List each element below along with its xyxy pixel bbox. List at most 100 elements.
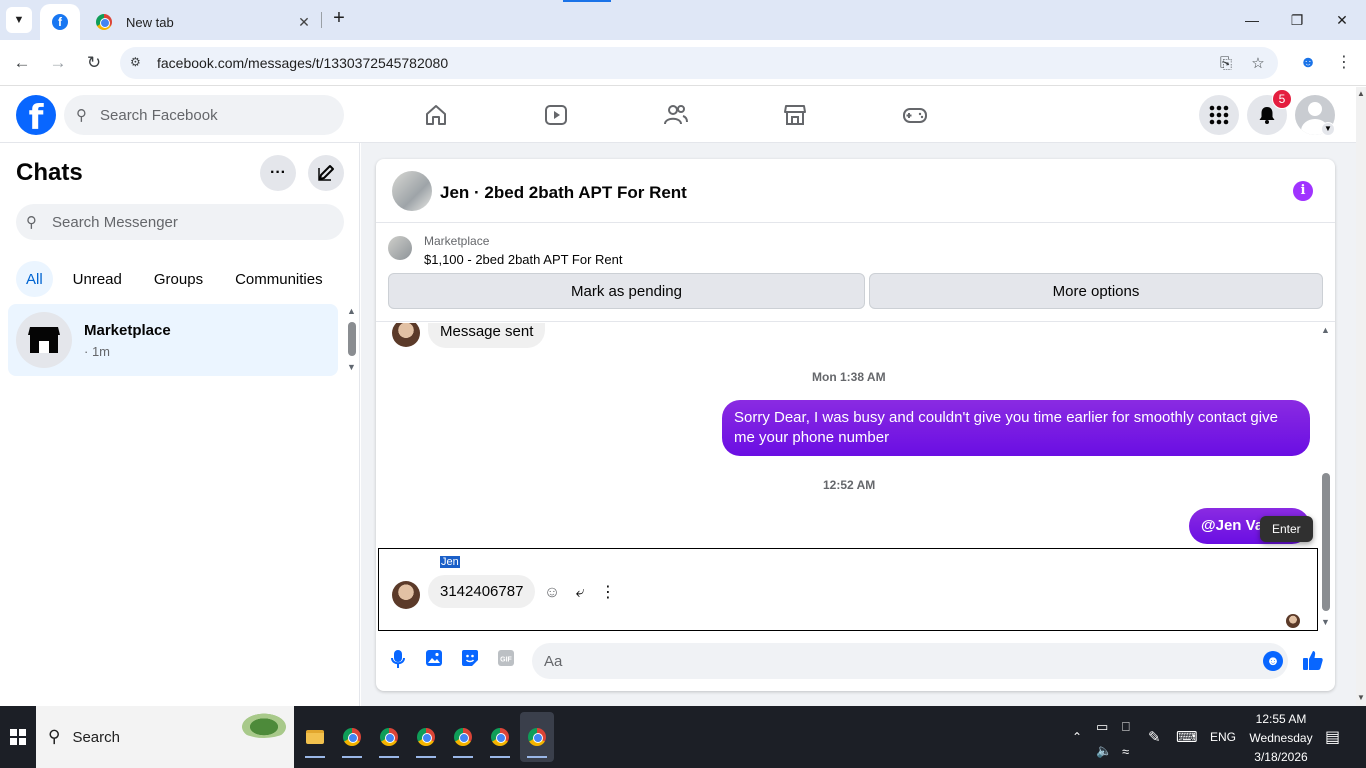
seen-avatar — [1286, 614, 1300, 628]
chat-list-scrollbar[interactable]: ▲ ▼ — [346, 306, 358, 376]
scroll-down-arrow[interactable]: ▼ — [1321, 617, 1330, 627]
tab-separator — [321, 12, 322, 28]
incoming-message-bubble[interactable]: Message sent — [428, 323, 546, 348]
tab-new-tab[interactable]: New tab ✕ — [86, 4, 320, 40]
scrollbar-thumb[interactable] — [1322, 473, 1330, 611]
photo-icon[interactable] — [422, 649, 446, 673]
taskbar-search-label: Search — [72, 728, 120, 746]
search-highlight-image — [236, 710, 292, 738]
filter-unread[interactable]: Unread — [61, 261, 134, 297]
taskbar-search[interactable]: ⚲ Search — [36, 706, 294, 768]
chats-options-button[interactable]: ··· — [260, 155, 296, 191]
reply-icon[interactable]: ⤶ — [570, 583, 590, 603]
scroll-down-arrow[interactable]: ▼ — [1357, 693, 1365, 702]
restore-button[interactable]: ❐ — [1285, 8, 1309, 32]
chevron-down-icon[interactable]: ▼ — [1321, 122, 1335, 136]
folder-icon — [306, 730, 324, 744]
like-icon[interactable] — [1301, 649, 1325, 673]
wifi-icon[interactable]: ≈ — [1122, 720, 1129, 768]
chrome-icon — [343, 728, 361, 746]
info-icon[interactable]: i — [1293, 181, 1313, 201]
chat-filters: All Unread Groups Communities — [16, 261, 335, 297]
minimize-button[interactable]: — — [1240, 8, 1264, 32]
chat-time: · 1m — [84, 344, 110, 359]
keyboard-icon[interactable]: ⌨ — [1176, 706, 1198, 768]
site-info-icon[interactable]: ⚙ — [130, 55, 146, 71]
more-options-button[interactable]: More options — [869, 273, 1323, 309]
conversation-panel: Jen · 2bed 2bath APT For Rent i Marketpl… — [376, 159, 1335, 691]
filter-all[interactable]: All — [16, 261, 53, 297]
microphone-icon[interactable] — [386, 649, 410, 673]
sender-avatar[interactable] — [392, 581, 420, 609]
conversation-scrollbar[interactable]: ▲ ▼ — [1320, 325, 1332, 631]
search-icon: ⚲ — [76, 107, 87, 124]
chat-list-item[interactable]: Marketplace · 1m — [8, 304, 338, 376]
react-icon[interactable]: ☺ — [542, 583, 562, 603]
new-tab-button[interactable]: + — [328, 8, 350, 30]
reload-button[interactable]: ↻ — [82, 51, 106, 75]
menu-grid-button[interactable] — [1199, 95, 1239, 135]
new-message-button[interactable] — [308, 155, 344, 191]
composer-placeholder: Aa — [544, 652, 563, 670]
conversation-title[interactable]: Jen · 2bed 2bath APT For Rent — [440, 183, 687, 203]
page-scrollbar[interactable]: ▲ ▼ — [1356, 87, 1366, 706]
chrome-app[interactable] — [446, 712, 480, 762]
profile-icon[interactable]: ☻ — [1296, 51, 1320, 75]
listing-thumbnail[interactable] — [388, 236, 412, 260]
scrollbar-thumb[interactable] — [348, 322, 356, 356]
volume-icon[interactable]: 🔈 — [1096, 720, 1112, 768]
chrome-app[interactable] — [335, 712, 369, 762]
start-button[interactable] — [0, 706, 36, 768]
outgoing-message-bubble[interactable]: Sorry Dear, I was busy and couldn't give… — [722, 400, 1310, 456]
marketplace-avatar — [16, 312, 72, 368]
language-indicator[interactable]: ENG — [1210, 706, 1236, 768]
tab-search-button[interactable]: ▼ — [6, 7, 32, 33]
chrome-app[interactable] — [372, 712, 406, 762]
video-icon[interactable] — [542, 101, 570, 129]
notification-badge: 5 — [1272, 89, 1292, 109]
notification-center-icon[interactable]: ▤ — [1325, 706, 1340, 768]
incoming-message-bubble[interactable]: 3142406787 — [428, 575, 536, 608]
file-explorer-app[interactable] — [298, 712, 332, 762]
taskbar-clock[interactable]: 12:55 AM Wednesday 3/18/2026 — [1240, 710, 1322, 767]
chrome-app[interactable] — [409, 712, 443, 762]
listing-title[interactable]: $1,100 - 2bed 2bath APT For Rent — [424, 252, 623, 267]
filter-communities[interactable]: Communities — [223, 261, 335, 297]
scroll-up-arrow[interactable]: ▲ — [1321, 325, 1330, 335]
gaming-icon[interactable] — [901, 101, 929, 129]
marketplace-icon[interactable] — [781, 101, 809, 129]
filter-groups[interactable]: Groups — [142, 261, 215, 297]
emoji-icon[interactable]: ☻ — [1263, 651, 1283, 671]
install-app-icon[interactable]: ⎘ — [1216, 54, 1236, 74]
back-button[interactable]: ← — [10, 51, 34, 75]
message-input[interactable]: Aa — [532, 643, 1288, 679]
more-actions-icon[interactable]: ⋮ — [598, 583, 618, 603]
url-text[interactable]: facebook.com/messages/t/1330372545782080 — [157, 55, 448, 71]
tab-facebook[interactable]: f — [40, 4, 80, 40]
chrome-app[interactable] — [483, 712, 517, 762]
gif-icon[interactable]: GIF — [494, 649, 518, 673]
sticker-icon[interactable] — [458, 649, 482, 673]
scroll-down-arrow[interactable]: ▼ — [347, 362, 356, 372]
close-window-button[interactable]: ✕ — [1330, 8, 1354, 32]
friends-icon[interactable] — [662, 101, 690, 129]
messenger-search-input[interactable]: ⚲ Search Messenger — [16, 204, 344, 240]
address-bar[interactable]: ⚙ facebook.com/messages/t/13303725457820… — [120, 47, 1278, 79]
scroll-up-arrow[interactable]: ▲ — [1357, 89, 1365, 98]
scroll-up-arrow[interactable]: ▲ — [347, 306, 356, 316]
bell-icon — [1259, 107, 1275, 124]
tray-overflow-icon[interactable]: ⌃ — [1072, 706, 1082, 768]
menu-grid-icon — [1209, 105, 1229, 125]
forward-button[interactable]: → — [46, 51, 70, 75]
pen-icon[interactable]: ✎ — [1148, 706, 1161, 768]
home-icon[interactable] — [422, 101, 450, 129]
facebook-logo-icon[interactable]: f — [16, 95, 56, 135]
mark-as-pending-button[interactable]: Mark as pending — [388, 273, 865, 309]
listing-avatar[interactable] — [392, 171, 432, 211]
sender-avatar[interactable] — [392, 323, 420, 347]
tab-close-icon[interactable]: ✕ — [294, 14, 314, 31]
bookmark-star-icon[interactable]: ☆ — [1248, 54, 1268, 74]
facebook-search-input[interactable]: ⚲ Search Facebook — [64, 95, 344, 135]
chrome-menu-icon[interactable]: ⋮ — [1332, 51, 1356, 75]
chrome-app-active[interactable] — [520, 712, 554, 762]
